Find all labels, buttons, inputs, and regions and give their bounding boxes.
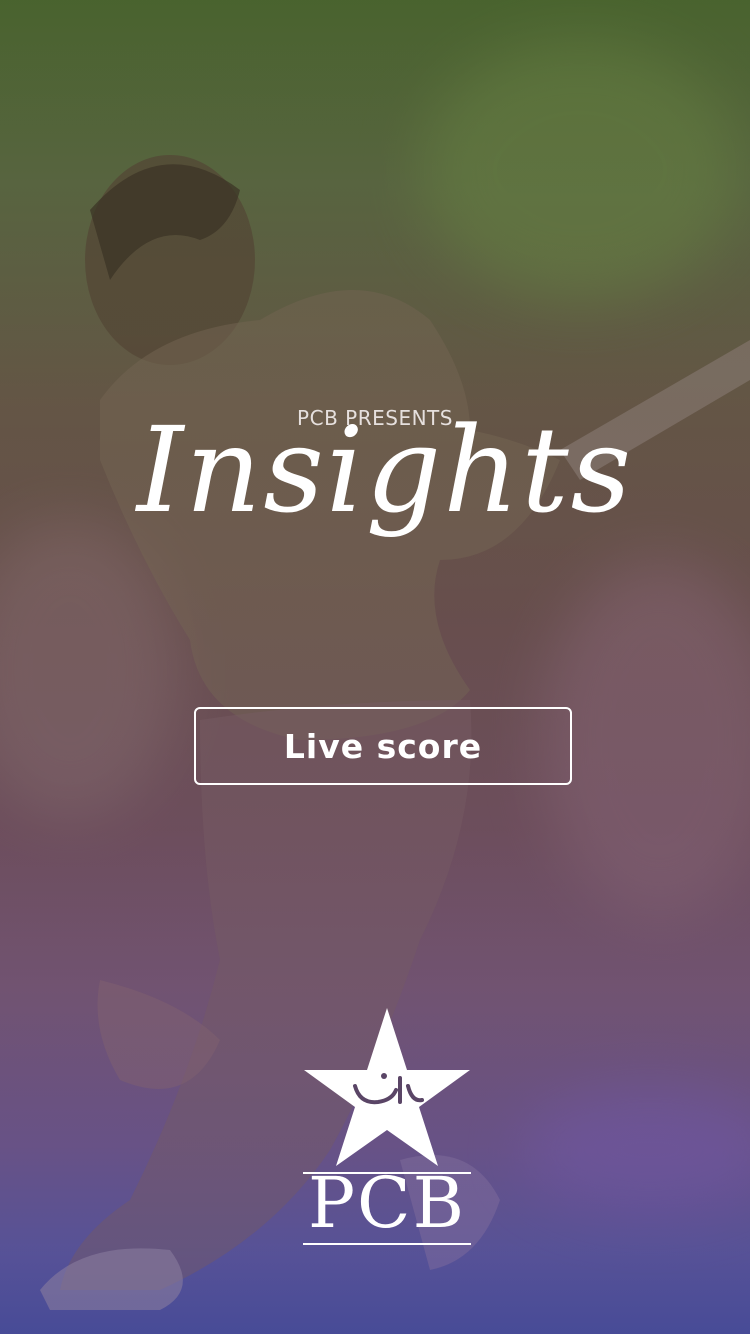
logo-rule-bottom <box>303 1243 471 1245</box>
live-score-button[interactable]: Live score <box>194 707 572 785</box>
app-title: Insights <box>136 401 634 539</box>
pcb-logo-text: PCB <box>307 1162 467 1244</box>
